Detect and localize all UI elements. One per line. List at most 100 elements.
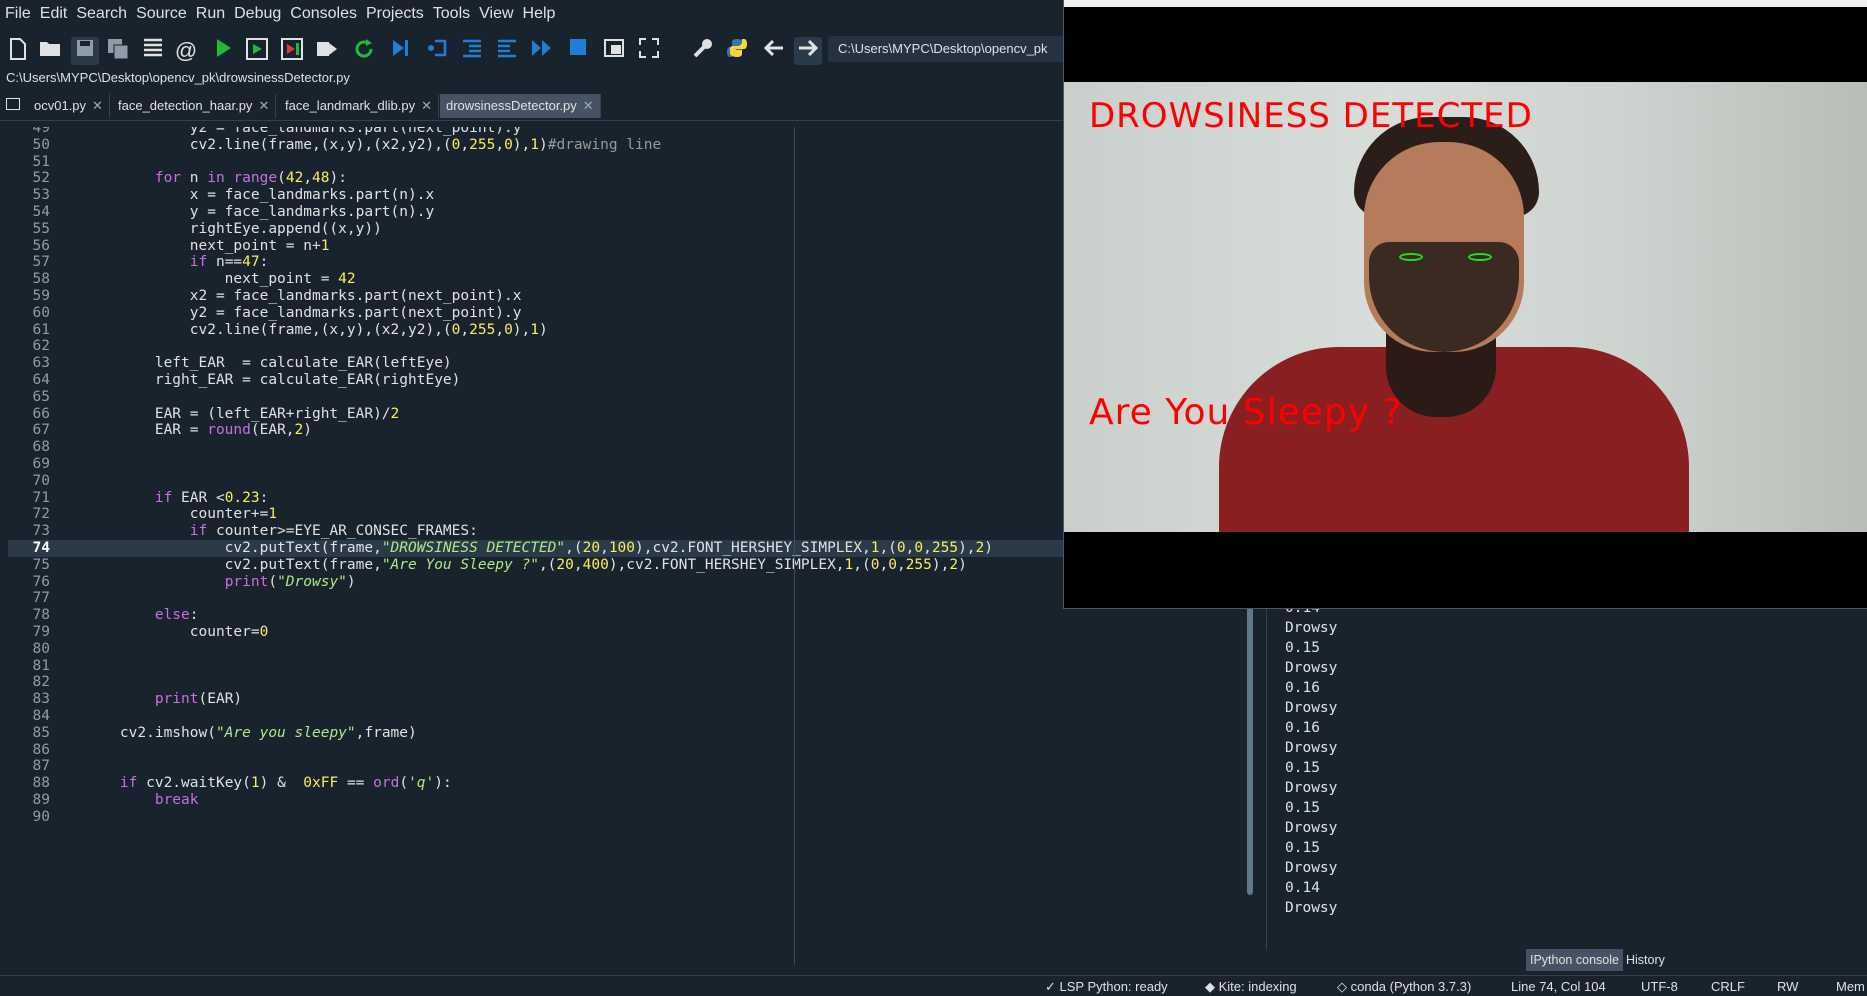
close-icon[interactable]: ✕: [258, 98, 269, 113]
menu-view[interactable]: View: [474, 0, 517, 24]
tab-history[interactable]: History: [1622, 949, 1669, 971]
fullscreen-icon[interactable]: [635, 37, 663, 65]
code-line[interactable]: 65: [8, 389, 1230, 406]
browse-tabs-icon[interactable]: [6, 98, 20, 110]
code-line[interactable]: 75 cv2.putText(frame,"Are You Sleepy ?",…: [8, 557, 1230, 574]
video-window-titlebar[interactable]: [1064, 0, 1867, 7]
code-line[interactable]: 69: [8, 456, 1230, 473]
menu-run[interactable]: Run: [191, 0, 229, 24]
step-into-icon[interactable]: [458, 37, 486, 65]
working-directory-input[interactable]: C:\Users\MYPC\Desktop\opencv_pk: [828, 36, 1078, 62]
rerun-icon[interactable]: [350, 37, 378, 65]
code-line[interactable]: 77: [8, 590, 1230, 607]
stop-icon[interactable]: [564, 37, 592, 65]
tab-face-landmark-dlib[interactable]: face_landmark_dlib.py ✕: [279, 94, 439, 118]
code-line[interactable]: 88 if cv2.waitKey(1) & 0xFF == ord('q'):: [8, 775, 1230, 792]
lsp-status: ✓ LSP Python: ready: [1045, 979, 1168, 995]
code-line[interactable]: 51: [8, 154, 1230, 171]
code-line[interactable]: 81: [8, 658, 1230, 675]
menu-edit[interactable]: Edit: [35, 0, 72, 24]
step-return-icon[interactable]: [493, 37, 521, 65]
tab-ocv01[interactable]: ocv01.py ✕: [28, 94, 110, 118]
code-line[interactable]: 57 if n==47:: [8, 254, 1230, 271]
menu-help[interactable]: Help: [518, 0, 560, 24]
close-icon[interactable]: ✕: [421, 98, 432, 113]
step-icon[interactable]: [423, 37, 451, 65]
run-cell-icon[interactable]: [243, 37, 271, 65]
code-line[interactable]: 90: [8, 809, 1230, 826]
code-line[interactable]: 89 break: [8, 792, 1230, 809]
code-line[interactable]: 73 if counter>=EYE_AR_CONSEC_FRAMES:: [8, 523, 1230, 540]
code-editor[interactable]: 49 y2 = face_landmarks.part(next_point).…: [8, 127, 1230, 965]
code-line[interactable]: 71 if EAR <0.23:: [8, 490, 1230, 507]
save-icon[interactable]: [71, 37, 99, 65]
forward-arrow-icon[interactable]: [794, 37, 822, 65]
code-line[interactable]: 83 print(EAR): [8, 691, 1230, 708]
back-arrow-icon[interactable]: [760, 37, 788, 65]
code-line[interactable]: 76 print("Drowsy"): [8, 574, 1230, 591]
debug-icon[interactable]: [386, 37, 414, 65]
code-line[interactable]: 68: [8, 439, 1230, 456]
code-line[interactable]: 78 else:: [8, 607, 1230, 624]
code-line[interactable]: 58 next_point = 42: [8, 271, 1230, 288]
video-window[interactable]: DROWSINESS DETECTED Are You Sleepy ?: [1063, 0, 1867, 609]
code-line[interactable]: 56 next_point = n+1: [8, 238, 1230, 255]
maximize-pane-icon[interactable]: [600, 37, 628, 65]
tab-ipython-console[interactable]: IPython console: [1526, 949, 1623, 971]
save-all-icon[interactable]: [104, 37, 132, 65]
menu-tools[interactable]: Tools: [428, 0, 474, 24]
code-line[interactable]: 62: [8, 338, 1230, 355]
python-icon[interactable]: [723, 37, 751, 65]
code-line[interactable]: 59 x2 = face_landmarks.part(next_point).…: [8, 288, 1230, 305]
menu-debug[interactable]: Debug: [229, 0, 285, 24]
code-line[interactable]: 66 EAR = (left_EAR+right_EAR)/2: [8, 406, 1230, 423]
list-icon[interactable]: [139, 37, 167, 65]
code-text: if cv2.waitKey(1) & 0xFF == ord('q'):: [119, 775, 452, 792]
code-line[interactable]: 74 cv2.putText(frame,"DROWSINESS DETECTE…: [8, 540, 1230, 557]
menu-source[interactable]: Source: [131, 0, 191, 24]
code-line[interactable]: 61 cv2.line(frame,(x,y),(x2,y2),(0,255,0…: [8, 322, 1230, 339]
menu-search[interactable]: Search: [71, 0, 131, 24]
new-file-icon[interactable]: [4, 37, 32, 65]
code-line[interactable]: 54 y = face_landmarks.part(n).y: [8, 204, 1230, 221]
code-line[interactable]: 85 cv2.imshow("Are you sleepy",frame): [8, 725, 1230, 742]
code-line[interactable]: 52 for n in range(42,48):: [8, 170, 1230, 187]
close-icon[interactable]: ✕: [583, 98, 594, 113]
tab-drowsiness-detector[interactable]: drowsinessDetector.py ✕: [440, 94, 601, 118]
code-line[interactable]: 60 y2 = face_landmarks.part(next_point).…: [8, 305, 1230, 322]
code-line[interactable]: 63 left_EAR = calculate_EAR(leftEye): [8, 355, 1230, 372]
code-line[interactable]: 53 x = face_landmarks.part(n).x: [8, 187, 1230, 204]
wrench-icon[interactable]: [689, 37, 717, 65]
run-selection-icon[interactable]: [313, 37, 341, 65]
code-line[interactable]: 55 rightEye.append((x,y)): [8, 221, 1230, 238]
run-cell-advance-icon[interactable]: [278, 37, 306, 65]
run-icon[interactable]: [209, 37, 237, 65]
code-line[interactable]: 82: [8, 674, 1230, 691]
kite-status[interactable]: ◆ Kite: indexing: [1205, 979, 1297, 995]
code-line[interactable]: 87: [8, 758, 1230, 775]
tab-face-detection-haar[interactable]: face_detection_haar.py ✕: [112, 94, 277, 118]
code-line[interactable]: 84: [8, 708, 1230, 725]
code-line[interactable]: 50 cv2.line(frame,(x,y),(x2,y2),(0,255,0…: [8, 137, 1230, 154]
code-line[interactable]: 70: [8, 473, 1230, 490]
code-line[interactable]: 79 counter=0: [8, 624, 1230, 641]
at-icon[interactable]: @: [172, 37, 200, 65]
conda-status[interactable]: ◇ conda (Python 3.7.3): [1337, 979, 1471, 995]
continue-icon[interactable]: [528, 37, 556, 65]
menu-file[interactable]: File: [0, 0, 35, 24]
menu-projects[interactable]: Projects: [361, 0, 428, 24]
code-line[interactable]: 80: [8, 641, 1230, 658]
ipython-console[interactable]: [1266, 590, 1867, 950]
code-text: counter+=1: [85, 506, 278, 523]
console-output-line: Drowsy: [1285, 900, 1338, 916]
code-line[interactable]: 64 right_EAR = calculate_EAR(rightEye): [8, 372, 1230, 389]
code-line[interactable]: 72 counter+=1: [8, 506, 1230, 523]
line-number: 60: [32, 304, 50, 321]
menu-consoles[interactable]: Consoles: [285, 0, 361, 24]
code-line[interactable]: 67 EAR = round(EAR,2): [8, 422, 1230, 439]
code-line[interactable]: 86: [8, 742, 1230, 759]
file-encoding: UTF-8: [1641, 979, 1678, 994]
open-folder-icon[interactable]: [36, 37, 64, 65]
close-icon[interactable]: ✕: [92, 98, 103, 113]
code-line[interactable]: 49 y2 = face_landmarks.part(next_point).…: [8, 127, 1230, 137]
